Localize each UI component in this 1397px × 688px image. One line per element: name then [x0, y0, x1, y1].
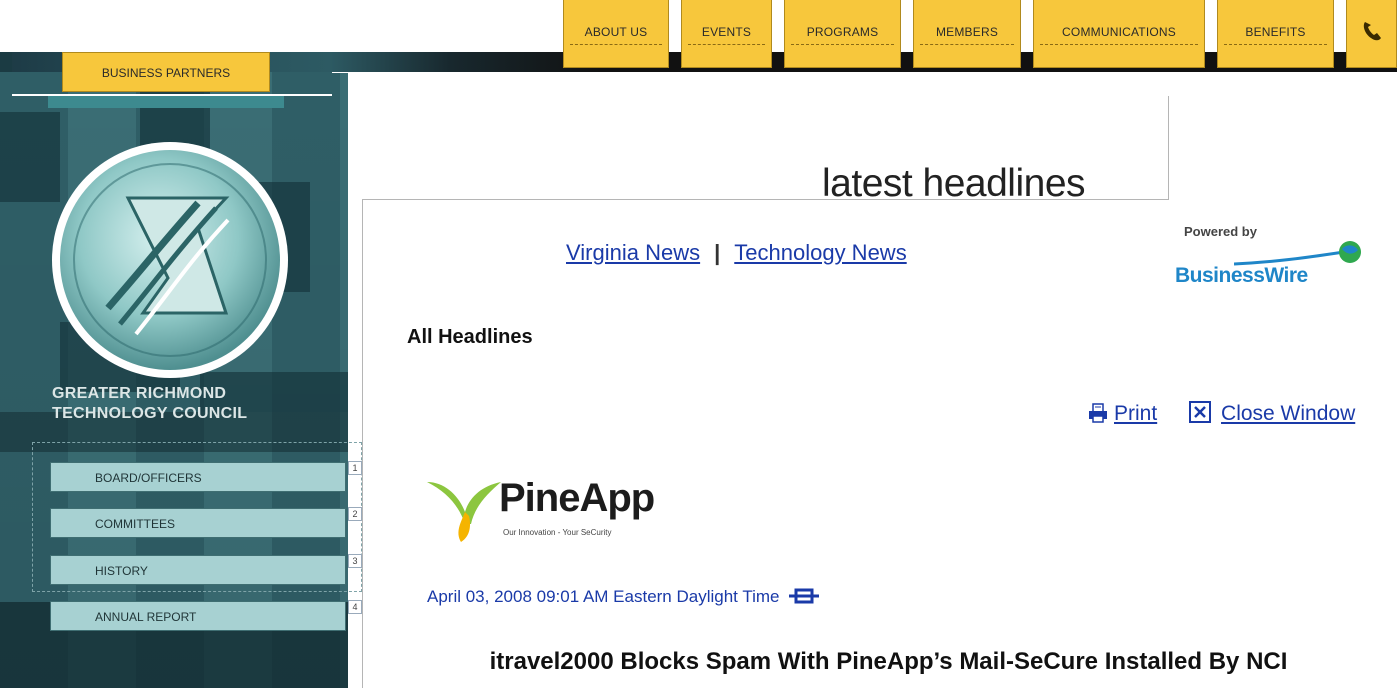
- page-title: latest headlines: [822, 162, 1086, 205]
- section-title: All Headlines: [407, 326, 533, 348]
- virginia-news-link[interactable]: Virginia News: [566, 240, 700, 265]
- side-menu-annual-report[interactable]: ANNUAL REPORT: [50, 601, 346, 631]
- news-links: Virginia News | Technology News: [566, 240, 907, 266]
- pineapp-wordmark: PineApp: [499, 476, 655, 520]
- side-menu-number: 3: [348, 554, 362, 568]
- nav-members[interactable]: MEMBERS: [913, 0, 1021, 68]
- close-window-link[interactable]: Close Window: [1221, 402, 1355, 425]
- businesswire-logo: BusinessWire: [1175, 264, 1308, 287]
- org-name-line2: TECHNOLOGY COUNCIL: [52, 405, 248, 422]
- powered-by-label: Powered by: [1184, 224, 1257, 239]
- nav-events[interactable]: EVENTS: [681, 0, 772, 68]
- headline-box-rule: [1168, 96, 1169, 200]
- side-menu-number: 4: [348, 600, 362, 614]
- print-link[interactable]: Print: [1114, 402, 1157, 425]
- article-title: itravel2000 Blocks Spam With PineApp’s M…: [489, 648, 1288, 675]
- link-icon[interactable]: [789, 587, 820, 605]
- content-rule: [362, 199, 363, 688]
- nav-communications[interactable]: COMMUNICATIONS: [1033, 0, 1205, 68]
- nav-about-us[interactable]: ABOUT US: [563, 0, 669, 68]
- article-tools: Print Close Window: [1088, 401, 1355, 426]
- phone-icon: [1359, 22, 1385, 49]
- side-menu-committees[interactable]: COMMITTEES: [50, 508, 346, 538]
- business-partners-tab[interactable]: BUSINESS PARTNERS: [62, 52, 270, 92]
- pineapp-logo-icon: PineApp Our Innovation - Your SeCurity: [425, 472, 675, 544]
- news-links-separator: |: [714, 240, 721, 265]
- print-icon[interactable]: [1088, 403, 1108, 423]
- businesswire-badge[interactable]: Powered by BusinessWire: [1164, 222, 1397, 288]
- side-menu-number: 2: [348, 507, 362, 521]
- side-menu-board-officers[interactable]: BOARD/OFFICERS: [50, 462, 346, 492]
- side-menu-history[interactable]: HISTORY: [50, 555, 346, 585]
- pineapp-tagline: Our Innovation - Your SeCurity: [503, 528, 612, 537]
- sidebar-accent: [48, 96, 284, 108]
- council-logo-icon: [48, 138, 292, 382]
- dateline-text: April 03, 2008 09:01 AM Eastern Daylight…: [427, 587, 780, 606]
- side-menu-number: 1: [348, 461, 362, 475]
- main-top-rule: [332, 72, 1397, 73]
- org-name-line1: GREATER RICHMOND: [52, 385, 227, 402]
- org-name: GREATER RICHMOND TECHNOLOGY COUNCIL: [52, 384, 312, 424]
- nav-programs[interactable]: PROGRAMS: [784, 0, 901, 68]
- nav-benefits[interactable]: BENEFITS: [1217, 0, 1334, 68]
- close-icon[interactable]: [1189, 401, 1212, 423]
- article-dateline: April 03, 2008 09:01 AM Eastern Daylight…: [427, 587, 820, 607]
- technology-news-link[interactable]: Technology News: [734, 240, 906, 265]
- nav-contact[interactable]: [1346, 0, 1397, 68]
